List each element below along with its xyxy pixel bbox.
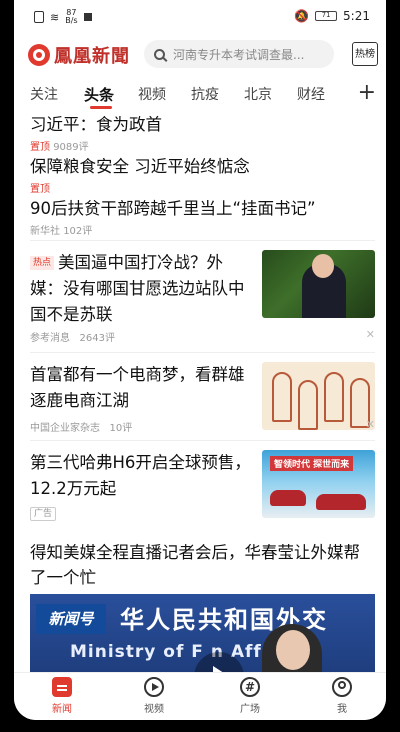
search-icon (154, 48, 165, 60)
comment-count: 10评 (109, 423, 133, 434)
news-channel-badge: 新闻号 (36, 604, 106, 634)
phoenix-logo-icon (28, 44, 50, 66)
app-header: 鳳凰新聞 河南专升本考试调查最... 热榜 (14, 36, 386, 72)
tab-beijing[interactable]: 北京 (244, 84, 272, 104)
mute-icon: 🔕 (294, 9, 310, 23)
tab-headlines[interactable]: 头条 (84, 84, 114, 105)
list-item[interactable]: 90后扶贫干部跨越千里当上“挂面书记” 新华社 102评 (30, 196, 316, 237)
add-channel-icon[interactable]: + (358, 80, 376, 105)
app-screen: ≋ 87 B/s 🔕 71 5:21 鳳凰新聞 河南专升本考试调查最... 热榜… (14, 0, 386, 720)
headline: 保障粮食安全 习近平始终惦念 (30, 157, 250, 176)
headline: 90后扶贫干部跨越千里当上“挂面书记” (30, 199, 316, 218)
nav-me[interactable]: 我 (312, 677, 372, 715)
bottom-navigation: 新闻 视频 # 广场 我 (14, 672, 386, 720)
news-icon (52, 677, 72, 697)
pinned-badge: 置顶 (30, 142, 50, 153)
list-item[interactable]: 习近平：食为政首 置顶 9089评 (30, 112, 162, 153)
source-label: 参考消息 (30, 333, 70, 344)
car-image (270, 490, 306, 506)
headline: 得知美媒全程直播记者会后，华春莹让外媒帮了一个忙 (30, 543, 360, 587)
car-image (316, 494, 366, 510)
headline: 首富都有一个电商梦，看群雄逐鹿电商江湖 (30, 365, 245, 410)
ad-banner-text: 智领时代 探世而来 (270, 456, 354, 471)
source-label: 中国企业家杂志 (30, 423, 100, 434)
pinned-badge: 置顶 (30, 184, 50, 195)
comment-count: 9089评 (53, 142, 89, 153)
video-caption-english: Ministry of F n Affa (70, 642, 275, 662)
battery-icon: 71 (315, 11, 338, 21)
hot-badge: 热点 (30, 256, 55, 270)
list-item[interactable]: 保障粮食安全 习近平始终惦念 置顶 (30, 154, 250, 195)
divider (30, 240, 375, 241)
play-circle-icon (144, 677, 164, 697)
divider (30, 352, 375, 353)
divider (30, 440, 375, 441)
nav-news[interactable]: 新闻 (32, 677, 92, 715)
ad-badge: 广告 (30, 507, 57, 521)
tab-video[interactable]: 视频 (138, 84, 166, 104)
source-label: 新华社 (30, 226, 60, 237)
app-logo: 鳳凰新聞 (28, 42, 130, 68)
comment-count: 102评 (63, 226, 93, 237)
nav-video[interactable]: 视频 (124, 677, 184, 715)
headline: 美国逼中国打冷战？外媒：没有哪国甘愿选边站队中国不是苏联 (30, 253, 245, 324)
dismiss-icon[interactable]: ✕ (366, 418, 375, 431)
news-card[interactable]: 首富都有一个电商梦，看群雄逐鹿电商江湖 中国企业家杂志 10评 ✕ (30, 362, 375, 434)
status-bar: ≋ 87 B/s 🔕 71 5:21 (14, 0, 386, 34)
nav-square[interactable]: # 广场 (220, 677, 280, 715)
news-thumbnail (262, 250, 375, 318)
profile-icon (332, 677, 352, 697)
clock: 5:21 (343, 9, 370, 23)
wifi-icon: ≋ (50, 10, 60, 24)
logo-text: 鳳凰新聞 (54, 46, 130, 67)
sim-card-icon (34, 11, 44, 23)
headline: 习近平：食为政首 (30, 115, 162, 134)
news-card[interactable]: 热点 美国逼中国打冷战？外媒：没有哪国甘愿选边站队中国不是苏联 参考消息 2643… (30, 250, 375, 348)
news-thumbnail (262, 362, 375, 430)
dismiss-icon[interactable]: ✕ (366, 328, 375, 341)
ad-card[interactable]: 第三代哈弗H6开启全球预售，12.2万元起 智领时代 探世而来 广告 (30, 450, 375, 522)
channel-tabs: 关注 头条 视频 抗疫 北京 财经 + (14, 80, 386, 110)
tab-finance[interactable]: 财经 (297, 84, 325, 104)
active-tab-indicator (90, 106, 112, 109)
search-bar[interactable]: 河南专升本考试调查最... (144, 40, 334, 68)
search-placeholder: 河南专升本考试调查最... (173, 47, 305, 62)
hashtag-icon: # (240, 677, 260, 697)
video-item[interactable]: 得知美媒全程直播记者会后，华春莹让外媒帮了一个忙 (30, 540, 375, 590)
tab-anti-epidemic[interactable]: 抗疫 (191, 84, 219, 104)
headline: 第三代哈弗H6开启全球预售，12.2万元起 (30, 453, 251, 498)
ad-thumbnail: 智领时代 探世而来 (262, 450, 375, 518)
comment-count: 2643评 (79, 333, 115, 344)
hot-list-button[interactable]: 热榜 (352, 42, 378, 66)
tab-following[interactable]: 关注 (30, 84, 58, 104)
notification-icon (83, 13, 92, 21)
network-speed: 87 B/s (65, 8, 78, 25)
